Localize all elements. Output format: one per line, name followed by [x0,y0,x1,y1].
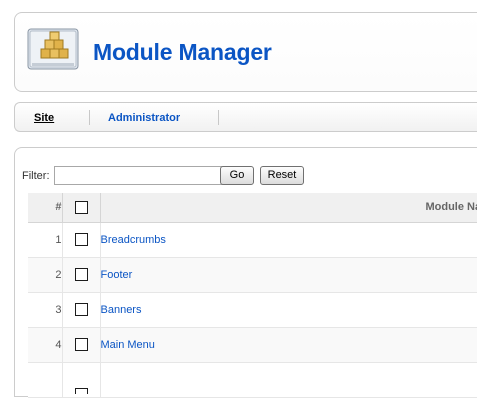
tab-separator [89,110,90,125]
table-row: 1 Breadcrumbs [28,222,477,258]
table-header-row: # Module Name [28,193,477,223]
module-manager-icon [27,28,79,70]
table-row: 4 Main Menu [28,327,477,363]
module-name-link[interactable]: Banners [100,292,477,328]
module-name-link[interactable] [100,362,477,398]
toolbar-header: Module Manager [14,12,477,92]
column-header-module-name[interactable]: Module Name [100,193,477,223]
row-checkbox-cell [62,257,101,293]
table-row [28,362,477,398]
table-row: 2 Footer [28,257,477,293]
table-row: 3 Banners [28,292,477,328]
filter-input[interactable] [54,166,234,185]
page-title: Module Manager [93,39,272,65]
modules-table: # Module Name 1 Breadcrumbs 2 Footer 3 B… [28,193,477,398]
row-checkbox[interactable] [74,387,88,394]
row-number: 1 [28,222,63,258]
column-header-checkbox [62,193,101,223]
select-all-checkbox[interactable] [74,200,88,214]
tab-site[interactable]: Site [34,112,54,124]
submenu-tabs: Site Administrator [14,102,477,132]
module-name-link[interactable]: Main Menu [100,327,477,363]
tab-separator [218,110,219,125]
row-checkbox[interactable] [74,268,88,281]
row-checkbox-cell [62,292,101,328]
row-checkbox[interactable] [74,338,88,351]
row-checkbox-cell [62,222,101,258]
filter-label: Filter: [22,170,50,182]
go-button[interactable]: Go [220,166,254,185]
module-name-link[interactable]: Breadcrumbs [100,222,477,258]
tab-administrator[interactable]: Administrator [108,112,180,124]
row-number: 4 [28,327,63,363]
reset-button[interactable]: Reset [260,166,304,185]
row-number: 2 [28,257,63,293]
module-name-link[interactable]: Footer [100,257,477,293]
row-checkbox[interactable] [74,233,88,246]
row-number [28,362,63,398]
column-header-number: # [28,193,63,223]
row-number: 3 [28,292,63,328]
row-checkbox[interactable] [74,303,88,316]
row-checkbox-cell [62,362,101,398]
row-checkbox-cell [62,327,101,363]
